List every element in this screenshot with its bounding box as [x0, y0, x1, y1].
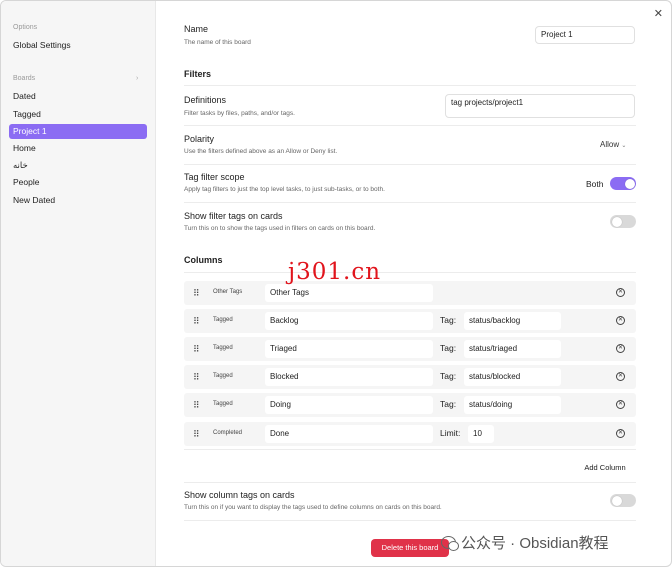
board-name-input[interactable]: Project 1	[535, 26, 635, 44]
definitions-title: Definitions	[184, 95, 227, 105]
columns-heading: Columns	[184, 255, 223, 265]
drag-handle-icon[interactable]: ⠿	[193, 316, 200, 327]
column-tag-input[interactable]: status/triaged	[464, 340, 561, 358]
sidebar-item-board[interactable]: People	[9, 175, 147, 190]
tag-scope-toggle[interactable]	[610, 177, 636, 190]
divider	[184, 164, 636, 165]
toggle-knob	[611, 216, 622, 227]
sidebar-item-board[interactable]: New Dated	[9, 193, 147, 208]
polarity-value: Allow	[600, 140, 620, 149]
column-row: ⠿ Tagged Blocked Tag: status/blocked ✕	[184, 365, 636, 389]
tag-scope-title: Tag filter scope	[184, 172, 245, 182]
sidebar-item-global-settings[interactable]: Global Settings	[9, 38, 147, 53]
options-section-label: Options	[13, 24, 38, 31]
sidebar-item-board[interactable]: Tagged	[9, 107, 147, 122]
divider	[184, 272, 636, 273]
column-type: Completed	[213, 430, 243, 436]
drag-handle-icon[interactable]: ⠿	[193, 429, 200, 440]
column-row: ⠿ Completed Done Limit: 10 ✕	[184, 422, 636, 446]
drag-handle-icon[interactable]: ⠿	[193, 344, 200, 355]
column-type: Other Tags	[213, 289, 243, 295]
settings-sidebar: Options Global Settings Boards › Dated T…	[1, 1, 156, 566]
column-name-input[interactable]: Backlog	[265, 312, 433, 330]
column-row: ⠿ Other Tags Other Tags ✕	[184, 281, 636, 305]
polarity-desc: Use the filters defined above as an Allo…	[184, 148, 338, 155]
show-column-tags-title: Show column tags on cards	[184, 490, 295, 500]
remove-circle-icon[interactable]: ✕	[616, 400, 625, 409]
column-row: ⠿ Tagged Backlog Tag: status/backlog ✕	[184, 309, 636, 333]
column-type: Tagged	[213, 345, 233, 351]
delete-board-button[interactable]: Delete this board	[371, 539, 449, 557]
column-limit-input[interactable]: 10	[468, 425, 494, 443]
footer-watermark: 公众号 · Obsidian教程	[441, 531, 609, 553]
drag-handle-icon[interactable]: ⠿	[193, 400, 200, 411]
drag-handle-icon[interactable]: ⠿	[193, 372, 200, 383]
chevron-right-icon[interactable]: ›	[136, 75, 138, 82]
polarity-dropdown[interactable]: Allow ⌄	[600, 140, 626, 149]
column-row: ⠿ Tagged Triaged Tag: status/triaged ✕	[184, 337, 636, 361]
filter-definitions-input[interactable]: tag projects/project1	[445, 94, 635, 118]
show-filter-tags-desc: Turn this on to show the tags used in fi…	[184, 225, 376, 232]
column-tag-label: Tag:	[440, 371, 457, 381]
sidebar-item-board-active[interactable]: Project 1	[9, 124, 147, 139]
column-name-input[interactable]: Blocked	[265, 368, 433, 386]
column-limit-label: Limit:	[440, 428, 461, 438]
column-type: Tagged	[213, 401, 233, 407]
chevron-down-icon: ⌄	[621, 143, 627, 149]
filters-heading: Filters	[184, 69, 212, 79]
remove-circle-icon[interactable]: ✕	[616, 344, 625, 353]
divider	[184, 85, 636, 86]
remove-circle-icon[interactable]: ✕	[616, 288, 625, 297]
column-tag-input[interactable]: status/blocked	[464, 368, 561, 386]
name-desc: The name of this board	[184, 39, 251, 46]
add-column-button[interactable]: Add Column	[576, 460, 634, 476]
toggle-knob	[624, 178, 635, 189]
tag-scope-desc: Apply tag filters to just the top level …	[184, 186, 385, 193]
column-tag-input[interactable]: status/backlog	[464, 312, 561, 330]
remove-circle-icon[interactable]: ✕	[616, 372, 625, 381]
column-name-input[interactable]: Doing	[265, 396, 433, 414]
show-filter-tags-title: Show filter tags on cards	[184, 211, 283, 221]
drag-handle-icon[interactable]: ⠿	[193, 288, 200, 299]
sidebar-item-board[interactable]: Dated	[9, 89, 147, 104]
footer-watermark-text: 公众号 · Obsidian教程	[461, 534, 609, 552]
tag-scope-value: Both	[586, 179, 604, 189]
wechat-icon	[441, 535, 459, 551]
show-filter-tags-toggle[interactable]	[610, 215, 636, 228]
column-name-input[interactable]: Triaged	[265, 340, 433, 358]
divider	[184, 449, 636, 450]
column-type: Tagged	[213, 373, 233, 379]
divider	[184, 202, 636, 203]
remove-circle-icon[interactable]: ✕	[616, 316, 625, 325]
sidebar-item-board[interactable]: Home	[9, 141, 147, 156]
column-row: ⠿ Tagged Doing Tag: status/doing ✕	[184, 393, 636, 417]
column-tag-label: Tag:	[440, 343, 457, 353]
divider	[184, 482, 636, 483]
divider	[184, 125, 636, 126]
name-title: Name	[184, 24, 209, 34]
definitions-desc: Filter tasks by files, paths, and/or tag…	[184, 110, 295, 117]
show-column-tags-desc: Turn this on if you want to display the …	[184, 504, 442, 511]
column-tag-label: Tag:	[440, 315, 457, 325]
watermark-text: j301.cn	[288, 259, 382, 285]
sidebar-item-board[interactable]: خانه	[9, 158, 147, 173]
column-tag-input[interactable]: status/doing	[464, 396, 561, 414]
toggle-knob	[611, 495, 622, 506]
column-name-input[interactable]: Other Tags	[265, 284, 433, 302]
settings-modal: Options Global Settings Boards › Dated T…	[0, 0, 672, 567]
remove-circle-icon[interactable]: ✕	[616, 429, 625, 438]
boards-section-label: Boards	[13, 75, 36, 82]
column-tag-label: Tag:	[440, 399, 457, 409]
show-column-tags-toggle[interactable]	[610, 494, 636, 507]
close-icon[interactable]: ✕	[654, 7, 663, 20]
polarity-title: Polarity	[184, 134, 215, 144]
column-name-input[interactable]: Done	[265, 425, 433, 443]
column-type: Tagged	[213, 317, 233, 323]
divider	[184, 520, 636, 521]
